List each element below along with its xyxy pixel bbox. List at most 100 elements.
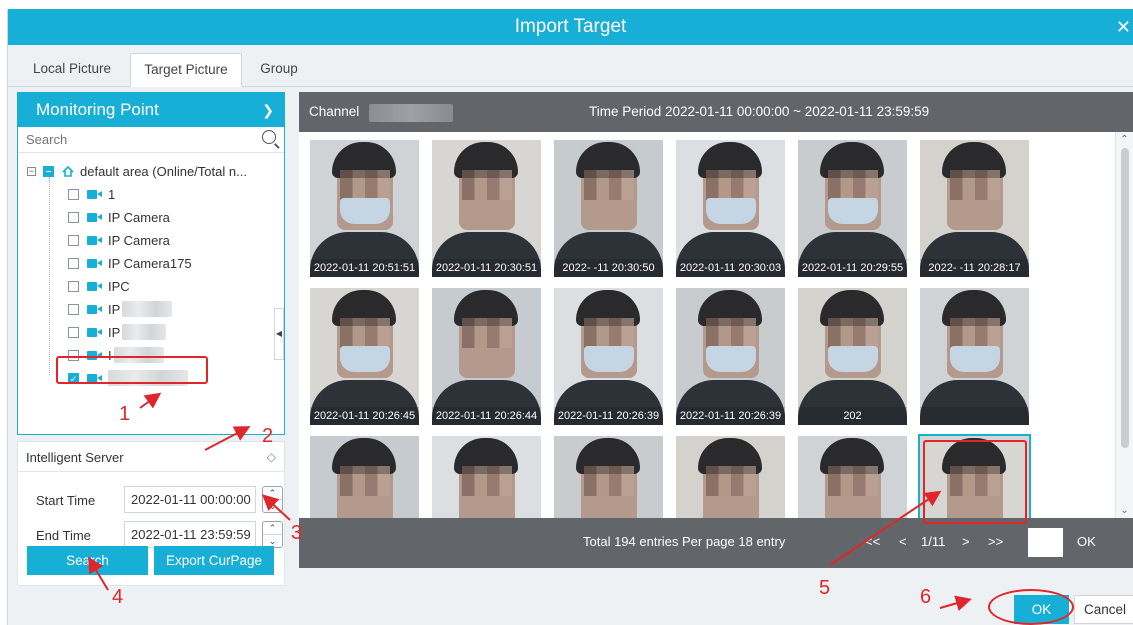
- face-mask: [340, 346, 390, 372]
- chevron-up-icon[interactable]: ⌃: [263, 487, 282, 500]
- tree-item[interactable]: 1: [68, 184, 115, 204]
- last-page-button[interactable]: >>: [988, 534, 1003, 549]
- chevron-down-icon[interactable]: ⌄: [263, 500, 282, 513]
- prev-page-button[interactable]: <: [899, 534, 907, 549]
- pagination-bar: Total 194 entries Per page 18 entry << <…: [299, 518, 1133, 568]
- end-time-input[interactable]: 2022-01-11 23:59:59: [124, 521, 256, 548]
- tree-root-label: default area (Online/Total n...: [80, 163, 247, 179]
- panel-collapse-handle[interactable]: ◀: [274, 308, 284, 360]
- capture-thumbnail[interactable]: [432, 436, 541, 518]
- face-mosaic: [706, 466, 756, 496]
- start-time-label: Start Time: [36, 493, 96, 508]
- annotation-number-5: 5: [819, 577, 831, 599]
- end-time-stepper[interactable]: ⌃ ⌄: [262, 521, 283, 548]
- cancel-button[interactable]: Cancel: [1074, 595, 1133, 624]
- capture-thumbnail[interactable]: 2022-01-11 20:30:51: [432, 140, 541, 277]
- monitoring-point-header[interactable]: Monitoring Point ❯: [18, 93, 284, 127]
- capture-thumbnail[interactable]: 2022-01-11 20:26:44: [432, 288, 541, 425]
- tab-target-picture[interactable]: Target Picture: [130, 53, 242, 87]
- capture-thumbnail[interactable]: 2022-01-11 20:30:03: [676, 140, 785, 277]
- tree-root-node[interactable]: − default area (Online/Total n...: [27, 161, 247, 181]
- capture-thumbnail[interactable]: 2022- -11 20:28:17: [920, 140, 1029, 277]
- tree-item[interactable]: IP Camera: [68, 207, 170, 227]
- capture-thumbnail[interactable]: 2022-01-11 20:29:55: [798, 140, 907, 277]
- face-mosaic: [706, 318, 756, 348]
- end-time-label: End Time: [36, 528, 91, 543]
- thumbnail-timestamp: [920, 407, 1029, 425]
- scrollbar-thumb[interactable]: [1121, 148, 1129, 448]
- annotation-box-5: [923, 440, 1027, 524]
- page-go-button[interactable]: OK: [1077, 534, 1096, 549]
- next-page-button[interactable]: >: [962, 534, 970, 549]
- pagination-summary: Total 194 entries Per page 18 entry: [583, 534, 786, 549]
- tree-item-checkbox[interactable]: [68, 257, 79, 269]
- chevron-up-icon[interactable]: ⌃: [263, 522, 282, 535]
- tree-item-checkbox[interactable]: [68, 303, 79, 315]
- capture-thumbnail[interactable]: 2022- -11 20:30:50: [554, 140, 663, 277]
- capture-thumbnail[interactable]: [798, 436, 907, 518]
- tree-item-checkbox[interactable]: [68, 234, 79, 246]
- face-mask: [706, 198, 756, 224]
- start-time-stepper[interactable]: ⌃ ⌄: [262, 486, 283, 513]
- capture-thumbnail[interactable]: [920, 288, 1029, 425]
- search-icon[interactable]: [262, 130, 276, 144]
- channel-label: Channel: [309, 104, 360, 119]
- tree-item-label: 1: [108, 186, 116, 202]
- tree-item[interactable]: IPC: [68, 276, 130, 296]
- capture-thumbnail[interactable]: 202: [798, 288, 907, 425]
- capture-thumbnail[interactable]: [554, 436, 663, 518]
- tab-local-picture[interactable]: Local Picture: [20, 53, 124, 87]
- tree-connector: [49, 177, 50, 375]
- thumbnail-timestamp: 2022-01-11 20:26:39: [676, 407, 785, 425]
- thumbnail-timestamp: 2022-01-11 20:26:44: [432, 407, 541, 425]
- tab-group[interactable]: Group: [248, 53, 310, 87]
- camera-icon: [87, 281, 102, 291]
- page-number-input[interactable]: [1028, 528, 1063, 557]
- first-page-button[interactable]: <<: [865, 534, 880, 549]
- scroll-down-icon[interactable]: ⌄: [1116, 505, 1133, 516]
- tree-item[interactable]: IP Camera: [68, 230, 170, 250]
- capture-thumbnail[interactable]: [310, 436, 419, 518]
- chevron-down-icon[interactable]: ❯: [262, 93, 274, 127]
- vertical-scrollbar[interactable]: ⌃ ⌄: [1115, 132, 1133, 518]
- camera-icon: [87, 327, 102, 337]
- capture-thumbnail[interactable]: 2022-01-11 20:26:39: [676, 288, 785, 425]
- capture-thumbnail[interactable]: 2022-01-11 20:51:51: [310, 140, 419, 277]
- thumbnail-timestamp: 2022-01-11 20:29:55: [798, 259, 907, 277]
- scroll-up-icon[interactable]: ⌃: [1116, 134, 1133, 145]
- collapse-icon[interactable]: −: [27, 166, 36, 176]
- face-mosaic: [584, 466, 634, 496]
- camera-icon: [87, 212, 102, 222]
- capture-thumbnail[interactable]: 2022-01-11 20:26:39: [554, 288, 663, 425]
- search-button[interactable]: Search: [27, 546, 148, 575]
- camera-icon: [87, 258, 102, 268]
- tree-item-checkbox[interactable]: [68, 211, 79, 223]
- tree-item-label: IPC: [108, 278, 130, 294]
- tree-item-checkbox[interactable]: [68, 280, 79, 292]
- face-mosaic: [706, 170, 756, 200]
- face-mosaic: [340, 318, 390, 348]
- server-select-value: Intelligent Server: [26, 450, 124, 465]
- tree-item[interactable]: IP Camera175: [68, 253, 192, 273]
- root-checkbox[interactable]: [43, 165, 54, 177]
- close-icon[interactable]: ✕: [1116, 9, 1131, 45]
- tree-item-label: IP Camera175: [108, 255, 192, 271]
- channel-value[interactable]: [369, 104, 453, 122]
- tree-item-checkbox[interactable]: [68, 326, 79, 338]
- face-mosaic: [584, 318, 634, 348]
- filter-bar: Channel Time Period 2022-01-11 00:00:00 …: [299, 92, 1133, 132]
- thumbnail-timestamp: 2022-01-11 20:30:03: [676, 259, 785, 277]
- tree-item-checkbox[interactable]: [68, 188, 79, 200]
- tree-search-input[interactable]: [26, 127, 226, 151]
- tree-item[interactable]: IP: [68, 322, 167, 342]
- face-mask: [706, 346, 756, 372]
- tree-item[interactable]: IP: [68, 299, 173, 319]
- start-time-input[interactable]: 2022-01-11 00:00:00: [124, 486, 256, 513]
- capture-thumbnail[interactable]: [676, 436, 785, 518]
- face-mosaic: [950, 170, 1000, 200]
- export-curpage-button[interactable]: Export CurPage: [154, 546, 274, 575]
- intelligent-server-select[interactable]: Intelligent Server ◇: [17, 441, 285, 474]
- face-mosaic: [340, 466, 390, 496]
- capture-thumbnail[interactable]: 2022-01-11 20:26:45: [310, 288, 419, 425]
- face-mask: [340, 198, 390, 224]
